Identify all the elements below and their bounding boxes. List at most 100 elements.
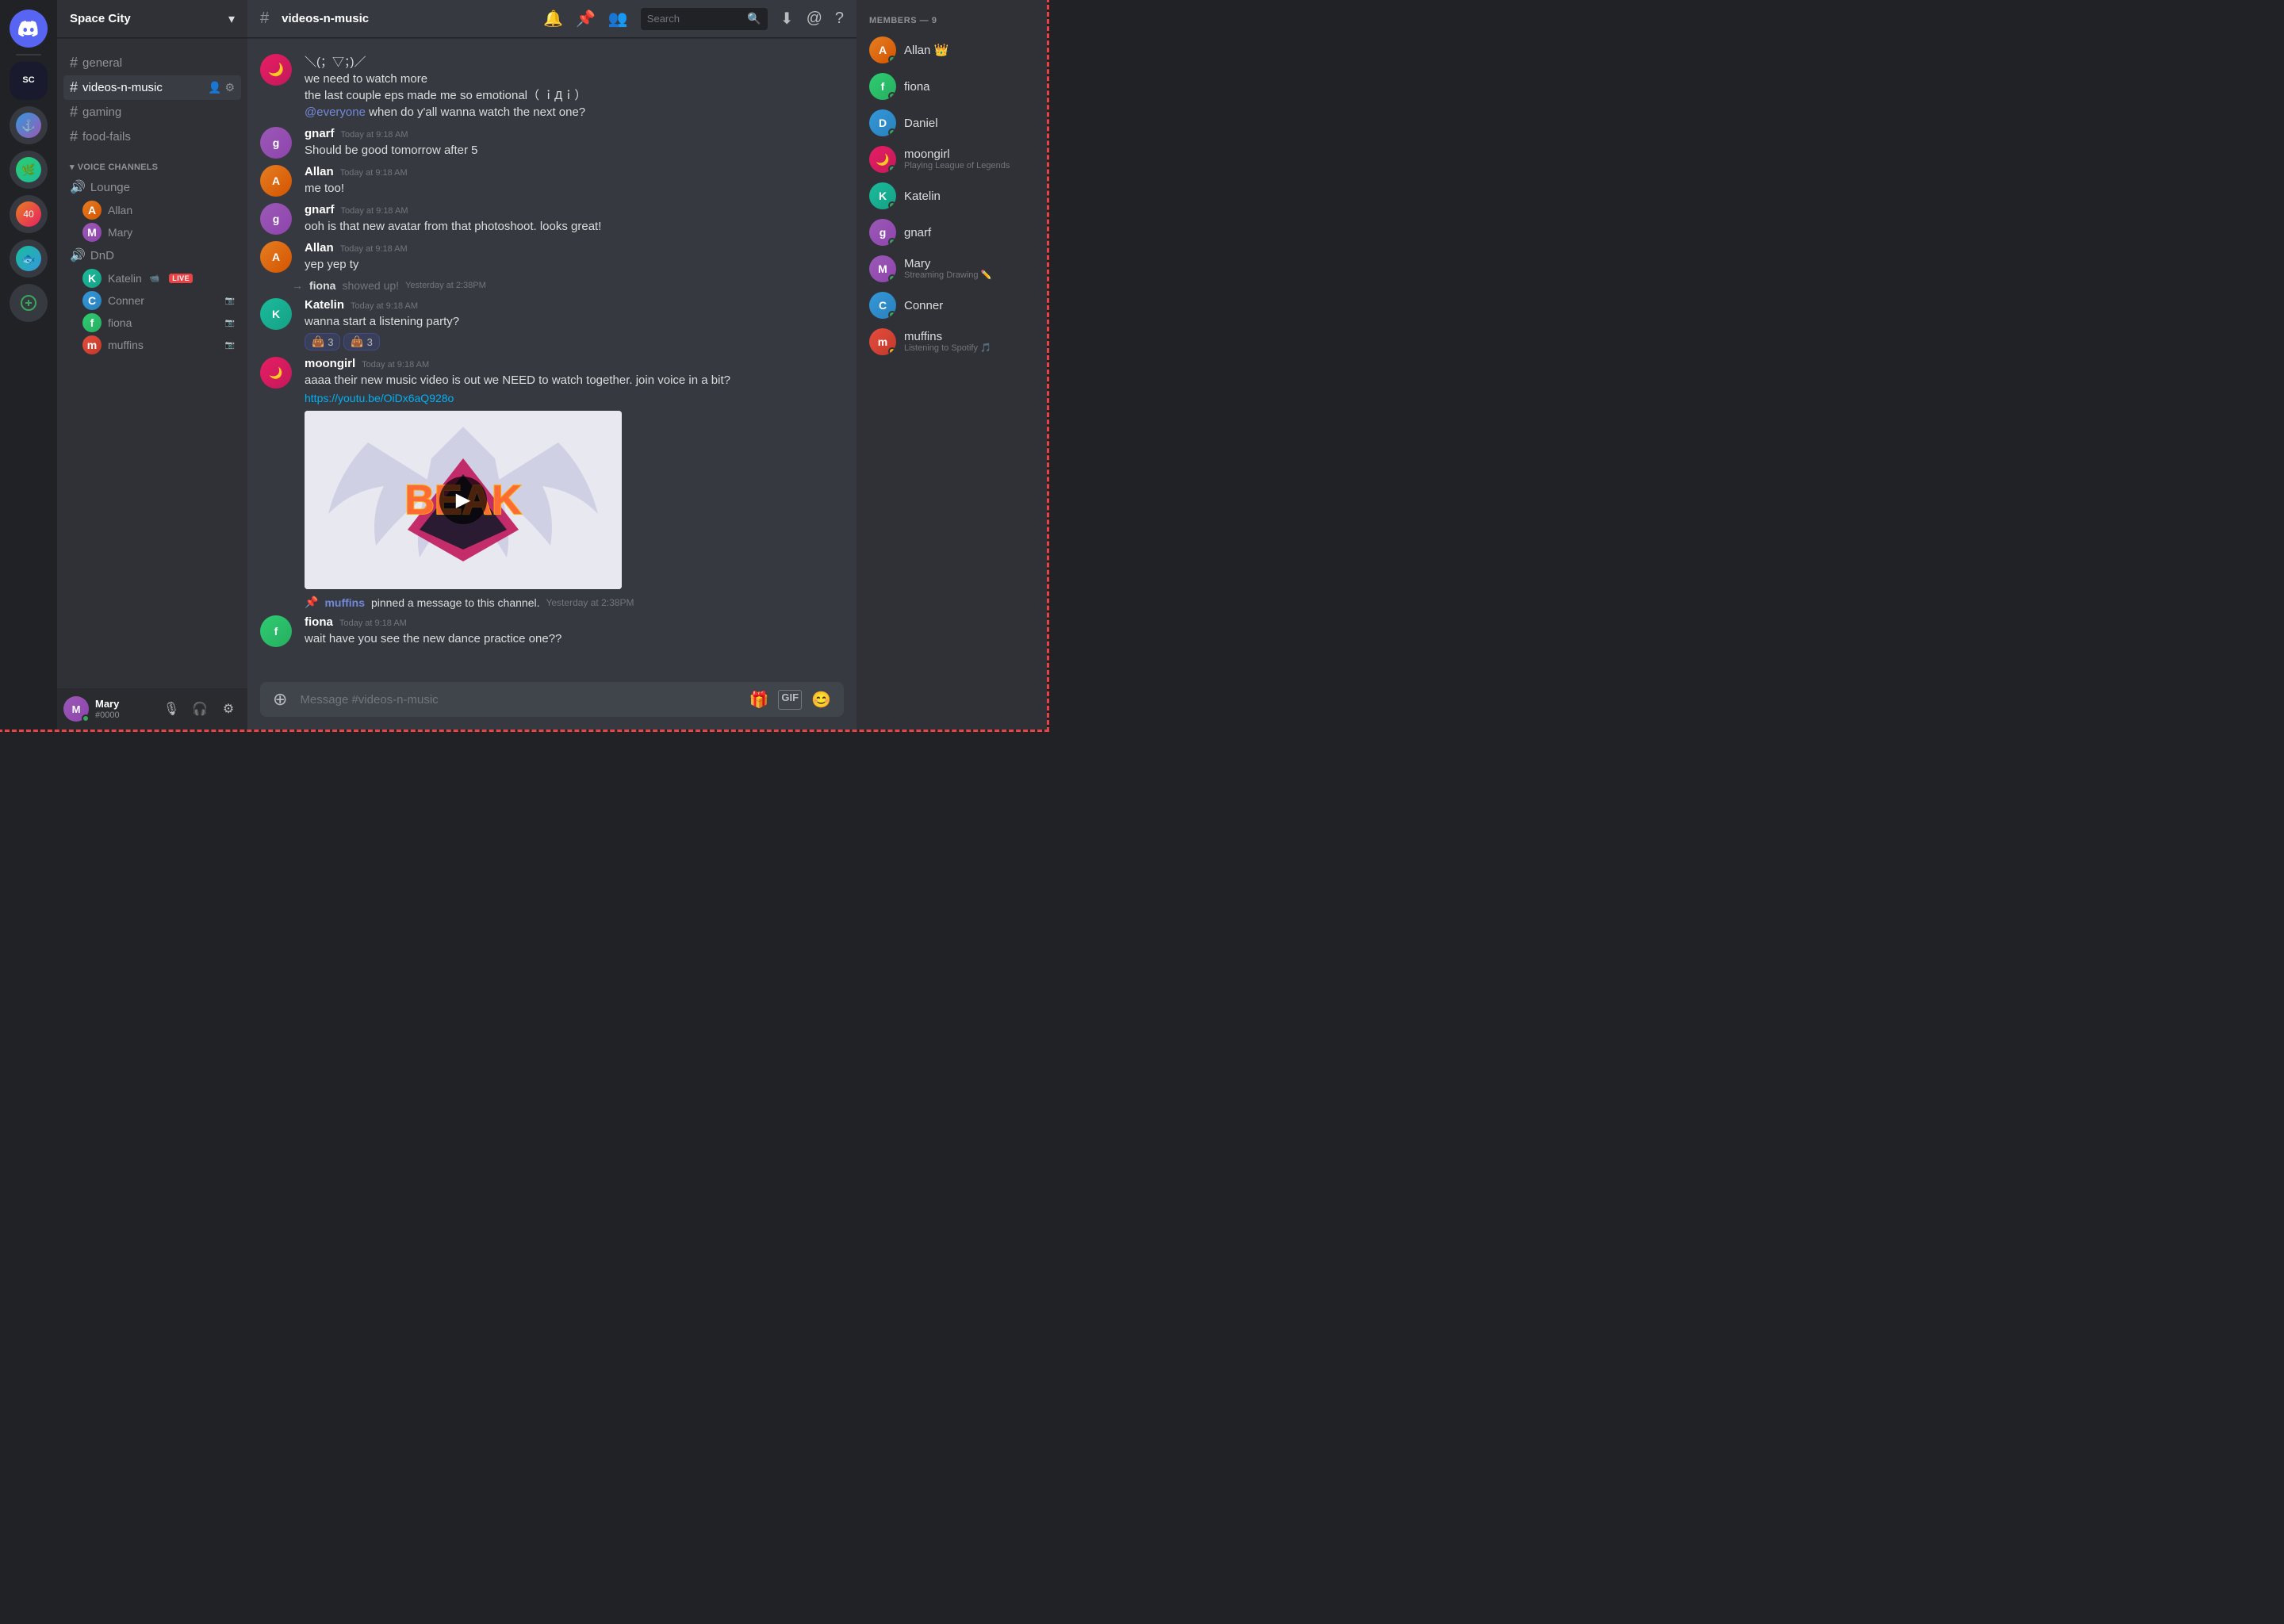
member-item-muffins[interactable]: m muffins Listening to Spotify 🎵 bbox=[863, 324, 1040, 360]
voice-member-fiona[interactable]: f fiona 📷 bbox=[63, 312, 241, 334]
message-author-allan[interactable]: Allan bbox=[305, 165, 334, 178]
status-dot bbox=[888, 311, 896, 319]
message-gnarf-2: g gnarf Today at 9:18 AM ooh is that new… bbox=[247, 200, 856, 238]
headset-button[interactable]: 🎧 bbox=[187, 696, 213, 722]
youtube-link[interactable]: https://youtu.be/OiDx6aQ928o bbox=[305, 392, 454, 404]
server-header[interactable]: Space City ▾ bbox=[57, 0, 247, 38]
emoji-button[interactable]: 😊 bbox=[811, 690, 831, 710]
message-avatar-moongirl: 🌙 bbox=[260, 357, 292, 389]
member-item-gnarf[interactable]: g gnarf bbox=[863, 214, 1040, 251]
channel-list: # general # videos-n-music 👤 ⚙ # gaming … bbox=[57, 38, 247, 688]
reaction-1[interactable]: 👜 3 bbox=[305, 333, 340, 350]
message-allan-1: A Allan Today at 9:18 AM me too! bbox=[247, 162, 856, 200]
message-timestamp: Today at 9:18 AM bbox=[351, 301, 418, 311]
server-icon-4[interactable]: 40 bbox=[10, 195, 48, 233]
member-info: moongirl Playing League of Legends bbox=[904, 147, 1010, 171]
pinner-name[interactable]: muffins bbox=[324, 596, 365, 609]
voice-member-name-muffins: muffins bbox=[108, 339, 144, 351]
help-icon[interactable]: ? bbox=[835, 10, 844, 28]
play-button[interactable]: ▶ bbox=[439, 477, 487, 524]
server-icon-5[interactable]: 🐟 bbox=[10, 239, 48, 278]
message-timestamp: Today at 9:18 AM bbox=[341, 130, 408, 140]
voice-member-katelin[interactable]: K Katelin 📹 LIVE bbox=[63, 267, 241, 289]
message-author[interactable]: Katelin bbox=[305, 298, 344, 312]
main-content: # videos-n-music 🔔 📌 👥 Search 🔍 ⬇ @ ? 🌙 bbox=[247, 0, 856, 730]
at-icon[interactable]: @ bbox=[807, 10, 822, 28]
message-text: wanna start a listening party? bbox=[305, 313, 844, 330]
voice-member-mary[interactable]: M Mary bbox=[63, 221, 241, 243]
message-header: gnarf Today at 9:18 AM bbox=[305, 203, 844, 216]
cam-icon-conner: 📷 bbox=[225, 297, 235, 305]
channel-videos-n-music[interactable]: # videos-n-music 👤 ⚙ bbox=[63, 75, 241, 100]
voice-channel-dnd[interactable]: 🔊 DnD bbox=[63, 243, 241, 267]
footer-discriminator: #0000 bbox=[95, 710, 152, 720]
pin-icon[interactable]: 📌 bbox=[576, 9, 596, 29]
server-icon-2[interactable]: ⚓ bbox=[10, 106, 48, 144]
member-info: Allan 👑 bbox=[904, 43, 948, 57]
add-member-icon[interactable]: 👤 bbox=[208, 81, 221, 94]
member-item-conner[interactable]: C Conner bbox=[863, 287, 1040, 324]
message-avatar-gnarf: g bbox=[260, 127, 292, 159]
voice-channel-lounge[interactable]: 🔊 Lounge bbox=[63, 175, 241, 199]
member-avatar-allan: A bbox=[869, 36, 896, 63]
video-thumbnail[interactable]: BEAK ▶ bbox=[305, 411, 622, 589]
member-item-moongirl[interactable]: 🌙 moongirl Playing League of Legends bbox=[863, 141, 1040, 178]
message-timestamp: Today at 9:18 AM bbox=[340, 244, 408, 254]
voice-member-conner[interactable]: C Conner 📷 bbox=[63, 289, 241, 312]
status-dot bbox=[888, 165, 896, 173]
reaction-count: 3 bbox=[328, 336, 333, 348]
cam-icon-fiona: 📷 bbox=[225, 319, 235, 327]
member-activity: Listening to Spotify 🎵 bbox=[904, 343, 991, 354]
voice-channel-dnd-name: DnD bbox=[90, 249, 114, 262]
explore-servers[interactable] bbox=[10, 284, 48, 322]
message-author-gnarf[interactable]: gnarf bbox=[305, 127, 335, 140]
speaker-icon-dnd: 🔊 bbox=[70, 247, 86, 263]
channel-header: # videos-n-music 🔔 📌 👥 Search 🔍 ⬇ @ ? bbox=[247, 0, 856, 38]
message-author[interactable]: gnarf bbox=[305, 203, 335, 216]
members-icon[interactable]: 👥 bbox=[608, 9, 628, 29]
message-author[interactable]: moongirl bbox=[305, 357, 355, 370]
channel-name-general: general bbox=[82, 56, 122, 70]
microphone-button[interactable]: 🎙 bbox=[159, 696, 184, 722]
member-name: Allan 👑 bbox=[904, 43, 948, 57]
discord-home-button[interactable] bbox=[10, 10, 48, 48]
server-icon-3[interactable]: 🌿 bbox=[10, 151, 48, 189]
member-item-mary[interactable]: M Mary Streaming Drawing ✏️ bbox=[863, 251, 1040, 287]
channel-food-fails[interactable]: # food-fails bbox=[63, 124, 241, 149]
message-timestamp: Today at 9:18 AM bbox=[339, 619, 407, 628]
message-content: ＼(；▽；)／ we need to watch more the last c… bbox=[305, 54, 844, 121]
voice-category[interactable]: ▾ VOICE CHANNELS bbox=[63, 149, 241, 175]
member-name: gnarf bbox=[904, 226, 931, 239]
message-header: gnarf Today at 9:18 AM bbox=[305, 127, 844, 140]
message-author[interactable]: Allan bbox=[305, 241, 334, 255]
settings-icon[interactable]: ⚙ bbox=[224, 81, 235, 94]
member-activity: Streaming Drawing ✏️ bbox=[904, 270, 991, 281]
add-attachment-button[interactable]: ⊕ bbox=[273, 689, 287, 710]
search-bar[interactable]: Search 🔍 bbox=[641, 8, 768, 30]
message-content: gnarf Today at 9:18 AM ooh is that new a… bbox=[305, 203, 844, 235]
voice-member-allan[interactable]: A Allan bbox=[63, 199, 241, 221]
server-icon-space-city[interactable]: SC bbox=[10, 62, 48, 100]
member-item-katelin[interactable]: K Katelin bbox=[863, 178, 1040, 214]
voice-member-name-allan: Allan bbox=[108, 204, 132, 216]
system-timestamp: Yesterday at 2:38PM bbox=[405, 281, 486, 290]
voice-category-label: VOICE CHANNELS bbox=[78, 163, 158, 172]
download-icon[interactable]: ⬇ bbox=[780, 9, 794, 29]
message-author[interactable]: fiona bbox=[305, 615, 333, 629]
member-item-fiona[interactable]: f fiona bbox=[863, 68, 1040, 105]
user-settings-button[interactable]: ⚙ bbox=[216, 696, 241, 722]
live-badge-katelin: LIVE bbox=[169, 274, 193, 283]
footer-status bbox=[82, 714, 90, 722]
channel-gaming[interactable]: # gaming bbox=[63, 100, 241, 124]
member-item-daniel[interactable]: D Daniel bbox=[863, 105, 1040, 141]
message-input[interactable] bbox=[300, 693, 736, 707]
reaction-2[interactable]: 👜 3 bbox=[343, 333, 379, 350]
member-item-allan[interactable]: A Allan 👑 bbox=[863, 32, 1040, 68]
mention-everyone[interactable]: @everyone bbox=[305, 105, 366, 119]
bell-icon[interactable]: 🔔 bbox=[543, 9, 563, 29]
gif-button[interactable]: GIF bbox=[778, 690, 802, 710]
gift-icon[interactable]: 🎁 bbox=[749, 690, 769, 710]
message-header: Allan Today at 9:18 AM bbox=[305, 165, 844, 178]
channel-general[interactable]: # general bbox=[63, 51, 241, 75]
voice-member-muffins[interactable]: m muffins 📷 bbox=[63, 334, 241, 356]
